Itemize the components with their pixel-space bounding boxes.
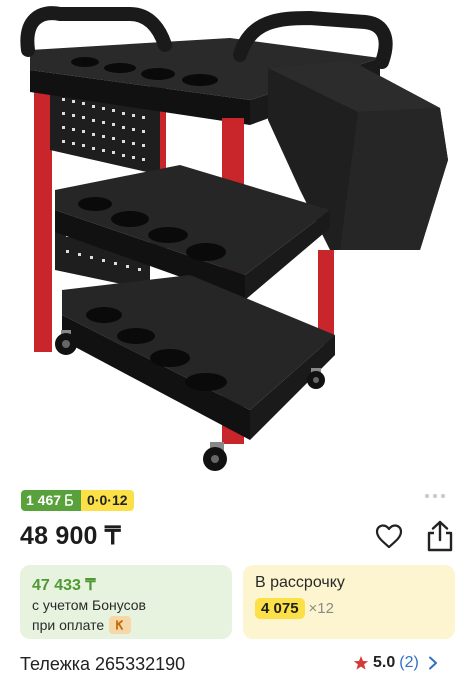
- installment-badge: 0·0·12: [81, 489, 134, 511]
- rating-value: 5.0: [373, 654, 396, 671]
- gallery-dot: [441, 494, 445, 498]
- share-icon: [427, 520, 453, 552]
- bonus-badge: 1 467: [21, 489, 82, 511]
- product-image[interactable]: [0, 0, 475, 480]
- installment-row: 4 075 ×12: [255, 598, 334, 619]
- bonus-card[interactable]: 47 433 ₸ с учетом Бонусов при оплате: [20, 565, 232, 639]
- star-icon: [353, 656, 369, 670]
- chevron-right-icon: [428, 656, 437, 670]
- bonus-note-text: при оплате: [32, 617, 105, 633]
- heart-icon: [375, 524, 403, 549]
- installment-multiplier: ×12: [308, 600, 334, 617]
- product-title: Тележка 265332190: [20, 654, 186, 674]
- bonus-b-icon: [65, 494, 74, 506]
- bonus-note-line1: с учетом Бонусов: [32, 597, 146, 613]
- utility-cart-image: [20, 6, 448, 471]
- product-price: 48 900 ₸: [20, 522, 121, 550]
- bonus-price: 47 433 ₸: [32, 577, 96, 594]
- gallery-dot: [425, 494, 429, 498]
- review-count[interactable]: (2): [399, 654, 419, 672]
- bonus-value: 1 467: [26, 491, 62, 508]
- share-button[interactable]: [424, 519, 456, 553]
- gallery-dots: [425, 494, 445, 498]
- installment-title: В рассрочку: [255, 574, 345, 591]
- bonus-note-line2: при оплате: [32, 616, 132, 634]
- rating-link[interactable]: 5.0 (2): [353, 654, 439, 672]
- favorite-button[interactable]: [374, 521, 404, 551]
- kaspi-icon: [109, 616, 132, 634]
- gallery-dot: [433, 494, 437, 498]
- installment-card[interactable]: В рассрочку 4 075 ×12: [243, 565, 455, 639]
- installment-monthly: 4 075: [255, 598, 305, 619]
- promo-badges: 1 467 0·0·12: [21, 489, 134, 511]
